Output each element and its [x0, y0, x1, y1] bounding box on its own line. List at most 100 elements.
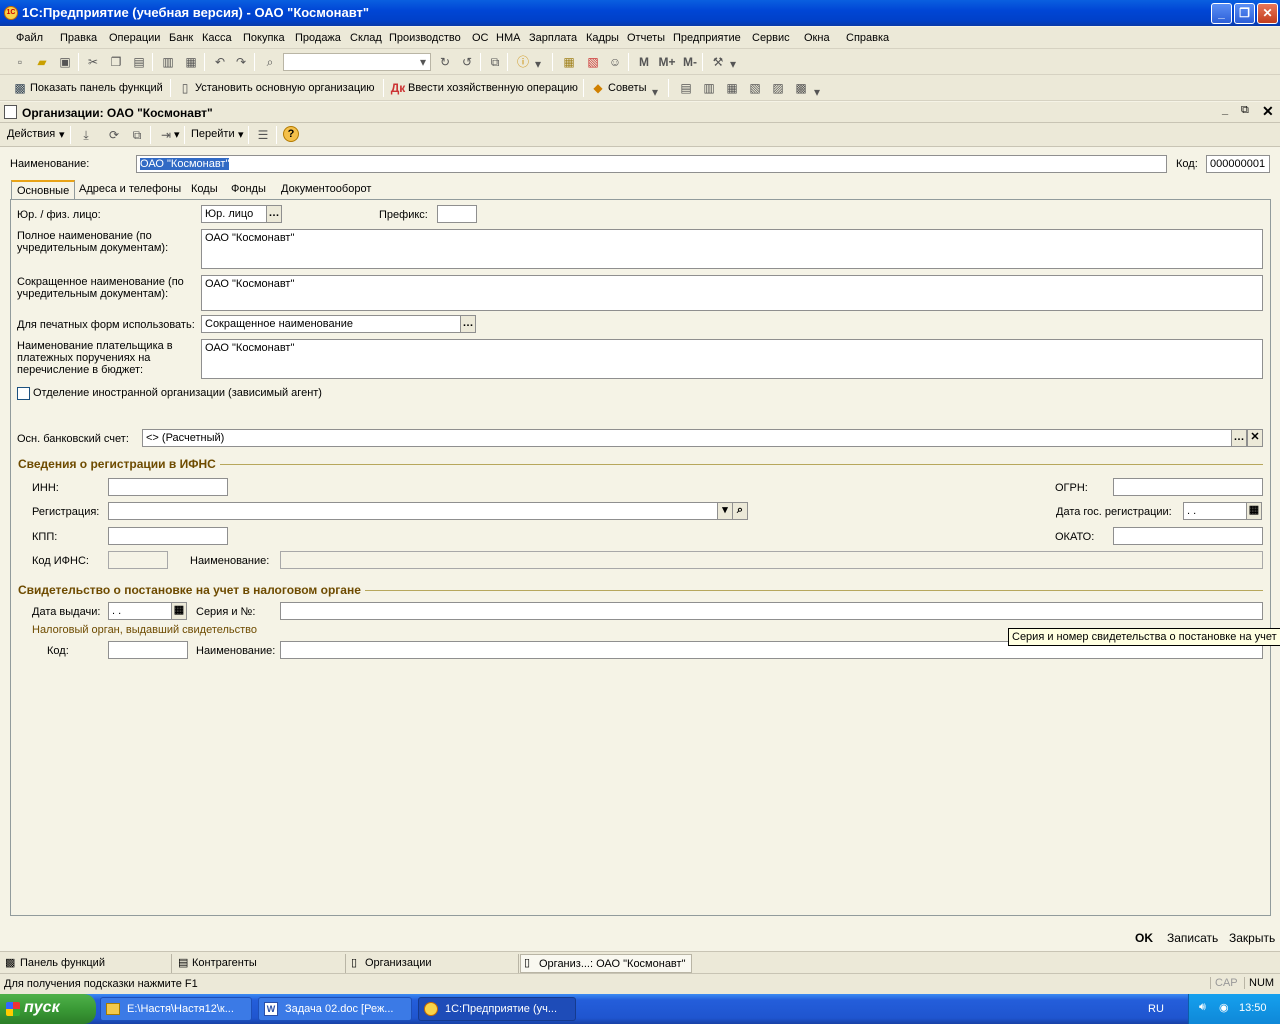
menu-cash[interactable]: Касса [202, 32, 232, 44]
menu-nma[interactable]: НМА [496, 32, 520, 44]
menu-file[interactable]: Файл [16, 32, 43, 44]
tips-button[interactable]: Советы [608, 82, 646, 94]
registration-dropdown-icon[interactable]: ▾ [717, 502, 733, 520]
bank-account-field[interactable]: <> (Расчетный) [142, 429, 1232, 447]
network-icon[interactable]: ◉ [1219, 1001, 1229, 1014]
new-document-icon[interactable]: ▫ [12, 54, 28, 70]
maximize-button[interactable]: ❐ [1234, 3, 1255, 24]
volume-icon[interactable]: 🔊︎ [1199, 1001, 1206, 1014]
journal2-icon[interactable]: ▥ [701, 80, 717, 96]
paste-icon[interactable]: ▤ [131, 54, 147, 70]
ok-button[interactable]: OK [1135, 931, 1153, 945]
structure-icon[interactable]: ☰ [255, 127, 271, 143]
report2-icon[interactable]: ▧ [747, 80, 763, 96]
short-name-field[interactable]: ОАО "Космонавт" [201, 275, 1263, 311]
menu-sale[interactable]: Продажа [295, 32, 341, 44]
task-function-panel[interactable]: Панель функций [2, 954, 172, 973]
inn-field[interactable] [108, 478, 228, 496]
tools-icon[interactable]: ⚒ [710, 54, 726, 70]
search-input[interactable] [283, 53, 431, 71]
print-icon[interactable]: ▥ [160, 54, 176, 70]
menu-warehouse[interactable]: Склад [350, 32, 382, 44]
based-on-icon[interactable]: ⇥ [158, 127, 174, 143]
report-icon[interactable]: ▦ [724, 80, 740, 96]
tab-addresses[interactable]: Адреса и телефоны [74, 180, 186, 199]
menu-reports[interactable]: Отчеты [627, 32, 665, 44]
task-organizations[interactable]: Организации [347, 954, 519, 973]
memory-mplus-button[interactable]: M+ [656, 54, 678, 70]
save-button[interactable]: Записать [1167, 931, 1218, 945]
menu-help[interactable]: Справка [846, 32, 889, 44]
set-main-org-button[interactable]: Установить основную организацию [195, 82, 375, 94]
menu-service[interactable]: Сервис [752, 32, 790, 44]
more-dropdown-icon[interactable]: ▾ [812, 84, 822, 100]
language-indicator[interactable]: RU [1148, 1003, 1164, 1015]
full-name-field[interactable]: ОАО "Космонавт" [201, 229, 1263, 269]
close-form-button[interactable]: Закрыть [1229, 931, 1275, 945]
info-icon[interactable]: ⓘ [515, 54, 531, 70]
users-icon[interactable]: ☺ [607, 54, 623, 70]
menu-hr[interactable]: Кадры [586, 32, 619, 44]
undo-icon[interactable]: ↶ [212, 54, 228, 70]
menu-salary[interactable]: Зарплата [529, 32, 577, 44]
jur-pick-button[interactable]: … [266, 205, 282, 223]
actions-dropdown-icon[interactable]: ▾ [59, 128, 65, 141]
refresh-icon[interactable]: ⟳ [106, 127, 122, 143]
show-panel-button[interactable]: Показать панель функций [30, 82, 163, 94]
report3-icon[interactable]: ▨ [770, 80, 786, 96]
print-form-pick-button[interactable]: … [460, 315, 476, 333]
payer-field[interactable]: ОАО "Космонавт" [201, 339, 1263, 379]
tips-dropdown-icon[interactable]: ▾ [650, 84, 660, 100]
doc-close-button[interactable]: ✕ [1262, 103, 1274, 120]
doc-minimize-button[interactable]: _ [1222, 104, 1228, 116]
jur-field[interactable]: Юр. лицо [201, 205, 267, 223]
goto-menu[interactable]: Перейти [191, 128, 235, 140]
kpp-field[interactable] [108, 527, 228, 545]
open-folder-icon[interactable]: ▰ [34, 54, 50, 70]
taskbar-word[interactable]: Задача 02.doc [Реж... [258, 997, 412, 1021]
reg-date-calendar-icon[interactable]: ▦ [1246, 502, 1262, 520]
prefix-field[interactable] [437, 205, 477, 223]
calculator-icon[interactable]: ▦ [561, 54, 577, 70]
help-icon[interactable]: ? [283, 126, 299, 142]
redo-icon[interactable]: ↷ [233, 54, 249, 70]
tab-funds[interactable]: Фонды [226, 180, 271, 199]
minimize-button[interactable]: _ [1211, 3, 1232, 24]
enter-operation-button[interactable]: Ввести хозяйственную операцию [408, 82, 578, 94]
issue-date-field[interactable]: . . [108, 602, 172, 620]
goto-dropdown-icon[interactable]: ▾ [238, 128, 244, 141]
menu-operations[interactable]: Операции [109, 32, 160, 44]
info-dropdown-icon[interactable]: ▾ [533, 56, 543, 72]
based-on-dropdown-icon[interactable]: ▾ [174, 128, 180, 141]
cut-icon[interactable]: ✂ [85, 54, 101, 70]
print-form-field[interactable]: Сокращенное наименование [201, 315, 461, 333]
tab-docflow[interactable]: Документооборот [276, 180, 376, 199]
foreign-checkbox[interactable] [17, 387, 30, 400]
copy-icon[interactable]: ❐ [108, 54, 124, 70]
find-prev-icon[interactable]: ↺ [459, 54, 475, 70]
task-org-form[interactable]: Организ...: ОАО "Космонавт" [520, 954, 692, 973]
find-next-icon[interactable]: ↻ [437, 54, 453, 70]
copy-doc-icon[interactable]: ⧉ [129, 127, 145, 143]
tab-codes[interactable]: Коды [186, 180, 223, 199]
menu-os[interactable]: ОС [472, 32, 489, 44]
ogrn-field[interactable] [1113, 478, 1263, 496]
doc-restore-button[interactable]: ⧉ [1241, 104, 1249, 117]
save-icon[interactable]: ▣ [57, 54, 73, 70]
registration-search-icon[interactable]: ⌕ [732, 502, 748, 520]
series-field[interactable] [280, 602, 1263, 620]
memory-m-button[interactable]: M [636, 54, 652, 70]
memory-mminus-button[interactable]: M- [680, 54, 700, 70]
menu-purchase[interactable]: Покупка [243, 32, 285, 44]
code-field[interactable]: 000000001 [1206, 155, 1270, 173]
taskbar-explorer[interactable]: E:\Настя\Настя12\к... [100, 997, 252, 1021]
journal-icon[interactable]: ▤ [678, 80, 694, 96]
task-contractors[interactable]: Контрагенты [174, 954, 346, 973]
registration-field[interactable] [108, 502, 718, 520]
bank-clear-button[interactable]: ✕ [1247, 429, 1263, 447]
bank-pick-button[interactable]: … [1231, 429, 1247, 447]
print-preview-icon[interactable]: ▦ [183, 54, 199, 70]
tab-main[interactable]: Основные [11, 180, 76, 199]
issue-date-calendar-icon[interactable]: ▦ [171, 602, 187, 620]
search-dropdown-icon[interactable]: ▾ [415, 54, 431, 70]
